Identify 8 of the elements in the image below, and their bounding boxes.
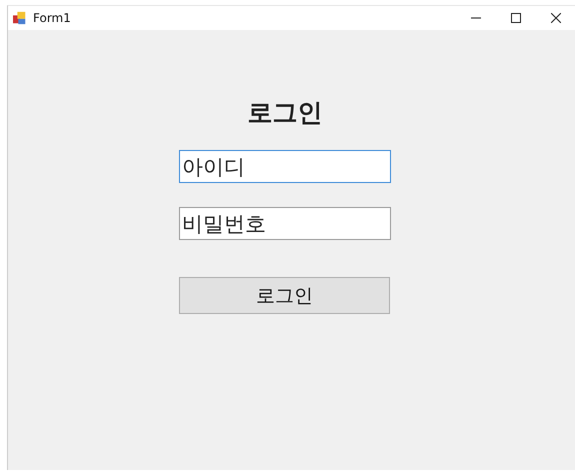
login-button[interactable]: 로그인 <box>179 277 390 314</box>
app-icon <box>13 11 27 25</box>
maximize-icon[interactable] <box>511 13 521 23</box>
input-field[interactable]: 비밀번호 <box>179 207 391 240</box>
heading: 로그인 <box>246 98 324 128</box>
close-icon[interactable] <box>551 13 561 23</box>
input-field[interactable]: 아이디 <box>179 150 391 183</box>
window-title: Form1 <box>33 11 71 25</box>
